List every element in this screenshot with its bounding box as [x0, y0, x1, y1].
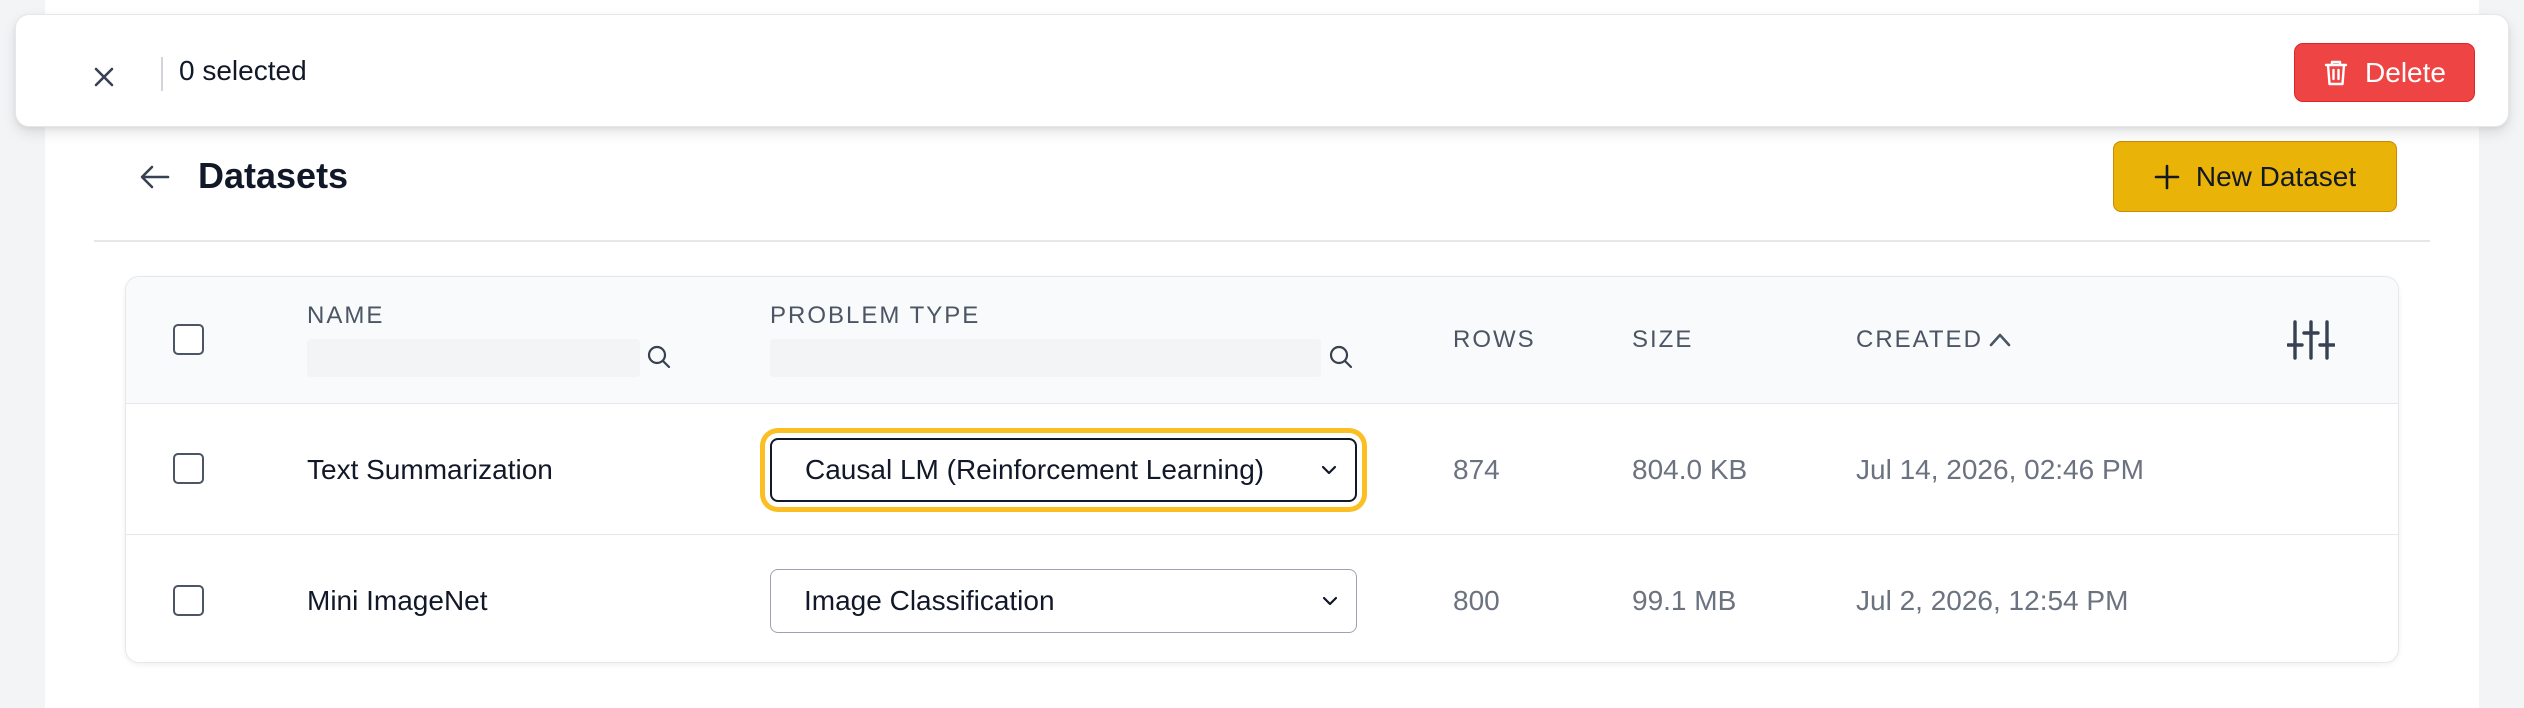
problem-type-value: Image Classification [804, 585, 1055, 616]
selection-divider [161, 57, 163, 91]
search-icon[interactable] [1328, 344, 1354, 370]
back-button[interactable] [130, 155, 180, 199]
dataset-rows: 874 [1453, 454, 1500, 485]
datasets-table: NAME PROBLEM TYPE ROWS SIZE CREATED Text… [125, 276, 2399, 663]
dataset-created: Jul 14, 2026, 02:46 PM [1856, 454, 2144, 485]
dataset-size: 99.1 MB [1632, 585, 1737, 616]
header-divider [94, 240, 2430, 242]
new-dataset-button[interactable]: New Dataset [2113, 141, 2397, 212]
name-filter-input[interactable] [307, 339, 640, 377]
delete-button-label: Delete [2365, 56, 2446, 88]
problem-type-filter-input[interactable] [770, 339, 1321, 377]
dataset-created: Jul 2, 2026, 12:54 PM [1856, 585, 2129, 616]
dataset-name[interactable]: Text Summarization [307, 454, 553, 486]
search-icon[interactable] [646, 344, 672, 370]
problem-type-select[interactable]: Causal LM (Reinforcement Learning) [770, 438, 1357, 502]
new-dataset-label: New Dataset [2195, 160, 2357, 192]
problem-type-select[interactable]: Image Classification [770, 569, 1357, 633]
column-settings-button[interactable] [2286, 315, 2336, 365]
row-checkbox[interactable] [173, 453, 204, 484]
column-header-created[interactable]: CREATED [1856, 326, 1983, 354]
dataset-size: 804.0 KB [1632, 454, 1748, 485]
chevron-up-icon[interactable] [1988, 330, 2012, 348]
problem-type-value: Causal LM (Reinforcement Learning) [805, 454, 1265, 485]
trash-icon [2324, 60, 2348, 85]
row-checkbox[interactable] [173, 585, 204, 616]
close-icon [94, 67, 114, 87]
column-header-name: NAME [307, 302, 385, 329]
table-header: NAME PROBLEM TYPE ROWS SIZE CREATED [126, 277, 2398, 404]
column-header-problem-type: PROBLEM TYPE [770, 302, 981, 329]
delete-button[interactable]: Delete [2294, 43, 2475, 102]
selection-bar: 0 selected Delete [15, 14, 2509, 127]
clear-selection-button[interactable] [76, 55, 132, 99]
column-header-rows[interactable]: ROWS [1453, 326, 1536, 354]
sliders-icon [2287, 320, 2335, 360]
chevron-down-icon [1321, 465, 1337, 475]
selection-count: 0 selected [179, 55, 307, 86]
table-row: Text Summarization Causal LM (Reinforcem… [126, 404, 2398, 535]
column-header-size[interactable]: SIZE [1632, 326, 1693, 354]
arrow-left-icon [140, 165, 170, 189]
chevron-down-icon [1322, 596, 1338, 606]
table-row: Mini ImageNet Image Classification 800 9… [126, 535, 2398, 662]
dataset-rows: 800 [1453, 585, 1500, 616]
page-title: Datasets [198, 155, 349, 196]
dataset-name[interactable]: Mini ImageNet [307, 585, 488, 617]
select-all-checkbox[interactable] [173, 324, 204, 355]
plus-icon [2154, 164, 2180, 189]
